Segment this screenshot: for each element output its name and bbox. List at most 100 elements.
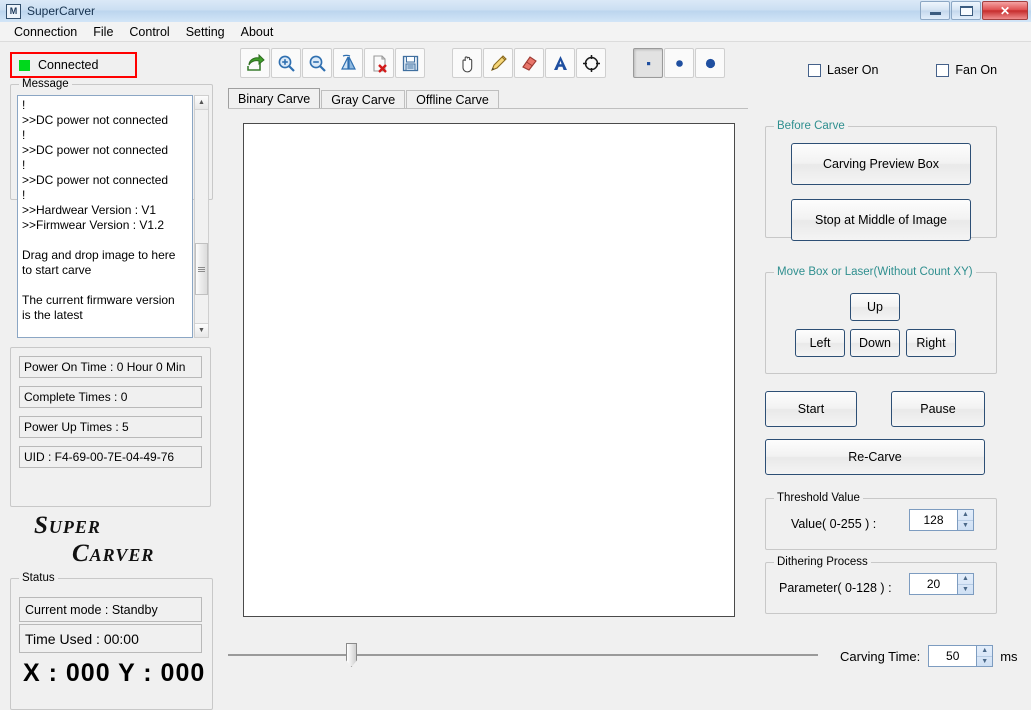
brush-large-icon[interactable] bbox=[695, 48, 725, 78]
tab-offline-carve[interactable]: Offline Carve bbox=[406, 90, 499, 109]
scroll-up-icon[interactable]: ▲ bbox=[195, 96, 208, 110]
application-window: M SuperCarver ✕ Connection File Control … bbox=[0, 0, 1031, 710]
time-used: Time Used : 00:00 bbox=[19, 624, 202, 653]
move-right-button[interactable]: Right bbox=[906, 329, 956, 357]
move-left-button[interactable]: Left bbox=[795, 329, 845, 357]
move-box-group: Move Box or Laser(Without Count XY) Up L… bbox=[765, 266, 997, 374]
spin-up-icon[interactable]: ▲ bbox=[958, 510, 973, 521]
stop-at-middle-button[interactable]: Stop at Middle of Image bbox=[791, 199, 971, 241]
fan-on-label: Fan On bbox=[955, 63, 998, 77]
threshold-value-group: Threshold Value Value( 0-255 ) : 128 ▲ ▼ bbox=[765, 492, 997, 550]
minimize-button[interactable] bbox=[920, 1, 950, 20]
info-row: UID : F4-69-00-7E-04-49-76 bbox=[19, 446, 202, 468]
pencil-icon[interactable] bbox=[483, 48, 513, 78]
spin-up-icon[interactable]: ▲ bbox=[958, 574, 973, 585]
spin-down-icon[interactable]: ▼ bbox=[977, 657, 992, 667]
logo-line-1: Super bbox=[34, 512, 101, 539]
slider-thumb[interactable] bbox=[346, 643, 357, 667]
pan-hand-icon[interactable] bbox=[452, 48, 482, 78]
info-row: Power Up Times : 5 bbox=[19, 416, 202, 438]
laser-on-checkbox[interactable]: Laser On bbox=[808, 63, 878, 77]
threshold-spin-buttons[interactable]: ▲ ▼ bbox=[957, 509, 974, 531]
brush-medium-icon[interactable] bbox=[664, 48, 694, 78]
target-icon[interactable] bbox=[576, 48, 606, 78]
before-carve-group-label: Before Carve bbox=[774, 120, 848, 132]
tab-binary-carve[interactable]: Binary Carve bbox=[228, 88, 321, 109]
menu-about[interactable]: About bbox=[233, 23, 282, 41]
xy-coordinates: X : 000 Y : 000 bbox=[23, 659, 206, 687]
spin-up-icon[interactable]: ▲ bbox=[977, 646, 993, 657]
menu-setting[interactable]: Setting bbox=[178, 23, 233, 41]
menu-connection[interactable]: Connection bbox=[6, 23, 85, 41]
open-image-icon[interactable] bbox=[240, 48, 270, 78]
delete-file-icon[interactable] bbox=[364, 48, 394, 78]
toolbar-brush-group bbox=[633, 48, 726, 78]
info-row: Power On Time : 0 Hour 0 Min bbox=[19, 356, 202, 378]
scroll-down-icon[interactable]: ▼ bbox=[195, 323, 208, 337]
close-button[interactable]: ✕ bbox=[982, 1, 1028, 20]
window-controls: ✕ bbox=[920, 1, 1028, 20]
carving-time-spinner[interactable]: 50 ▲ ▼ bbox=[928, 645, 994, 667]
current-mode: Current mode : Standby bbox=[19, 597, 202, 622]
flip-image-icon[interactable] bbox=[333, 48, 363, 78]
threshold-label: Value( 0-255 ) : bbox=[791, 517, 877, 531]
image-canvas[interactable] bbox=[243, 123, 735, 617]
scrollbar-thumb[interactable] bbox=[195, 243, 208, 295]
eraser-icon[interactable] bbox=[514, 48, 544, 78]
brush-small-icon[interactable] bbox=[633, 48, 663, 78]
app-icon: M bbox=[6, 3, 21, 19]
toggle-checkboxes: Laser On Fan On bbox=[808, 63, 997, 77]
carving-time-control: Carving Time: 50 ▲ ▼ ms bbox=[840, 645, 1018, 667]
maximize-button[interactable] bbox=[951, 1, 981, 20]
carving-time-value[interactable]: 50 bbox=[928, 645, 977, 667]
carving-preview-box-button[interactable]: Carving Preview Box bbox=[791, 143, 971, 185]
dithering-process-group: Dithering Process Parameter( 0-128 ) : 2… bbox=[765, 556, 997, 614]
title-bar: M SuperCarver ✕ bbox=[0, 0, 1031, 23]
text-tool-icon[interactable] bbox=[545, 48, 575, 78]
move-down-button[interactable]: Down bbox=[850, 329, 900, 357]
carving-time-unit: ms bbox=[1000, 648, 1018, 664]
slider-track[interactable] bbox=[228, 654, 818, 656]
move-up-button[interactable]: Up bbox=[850, 293, 900, 321]
threshold-spinner[interactable]: 128 ▲ ▼ bbox=[909, 509, 974, 531]
fan-on-checkbox[interactable]: Fan On bbox=[936, 63, 997, 77]
connection-indicator-icon bbox=[19, 59, 30, 71]
carving-time-slider[interactable] bbox=[228, 640, 818, 670]
threshold-group-label: Threshold Value bbox=[774, 492, 863, 504]
laser-on-label: Laser On bbox=[827, 63, 879, 77]
menu-file[interactable]: File bbox=[85, 23, 121, 41]
menu-control[interactable]: Control bbox=[121, 23, 177, 41]
start-button[interactable]: Start bbox=[765, 391, 857, 427]
carving-time-spin-buttons[interactable]: ▲ ▼ bbox=[976, 645, 994, 667]
toolbar bbox=[240, 46, 726, 80]
save-icon[interactable] bbox=[395, 48, 425, 78]
spin-down-icon[interactable]: ▼ bbox=[958, 585, 973, 595]
dithering-group-label: Dithering Process bbox=[774, 556, 871, 568]
checkbox-box[interactable] bbox=[936, 63, 950, 77]
dithering-spinner[interactable]: 20 ▲ ▼ bbox=[909, 573, 974, 595]
checkbox-box[interactable] bbox=[808, 63, 821, 77]
logo-line-2: Carver bbox=[72, 540, 155, 567]
spin-down-icon[interactable]: ▼ bbox=[958, 521, 973, 531]
dithering-value[interactable]: 20 bbox=[909, 573, 957, 595]
dithering-spin-buttons[interactable]: ▲ ▼ bbox=[957, 573, 974, 595]
menu-bar: Connection File Control Setting About bbox=[0, 22, 1031, 42]
message-group: Message ! >>DC power not connected ! >>D… bbox=[10, 78, 213, 338]
tab-gray-carve[interactable]: Gray Carve bbox=[321, 90, 406, 109]
message-scrollbar[interactable]: ▲ ▼ bbox=[194, 95, 209, 338]
brand-logo: Super Carver bbox=[10, 512, 215, 574]
pause-button[interactable]: Pause bbox=[891, 391, 985, 427]
message-group-label: Message bbox=[19, 78, 72, 90]
carving-time-label: Carving Time: bbox=[840, 648, 921, 664]
recarve-button[interactable]: Re-Carve bbox=[765, 439, 985, 475]
threshold-value[interactable]: 128 bbox=[909, 509, 957, 531]
status-group: Status Current mode : Standby Time Used … bbox=[10, 572, 213, 710]
message-log[interactable]: ! >>DC power not connected ! >>DC power … bbox=[17, 95, 193, 338]
status-group-label: Status bbox=[19, 572, 58, 584]
connection-status: Connected bbox=[10, 52, 137, 78]
zoom-out-icon[interactable] bbox=[302, 48, 332, 78]
toolbar-file-group bbox=[240, 48, 426, 78]
tabs-underline bbox=[228, 108, 748, 109]
device-info-list: Power On Time : 0 Hour 0 Min Complete Ti… bbox=[10, 347, 211, 507]
zoom-in-icon[interactable] bbox=[271, 48, 301, 78]
